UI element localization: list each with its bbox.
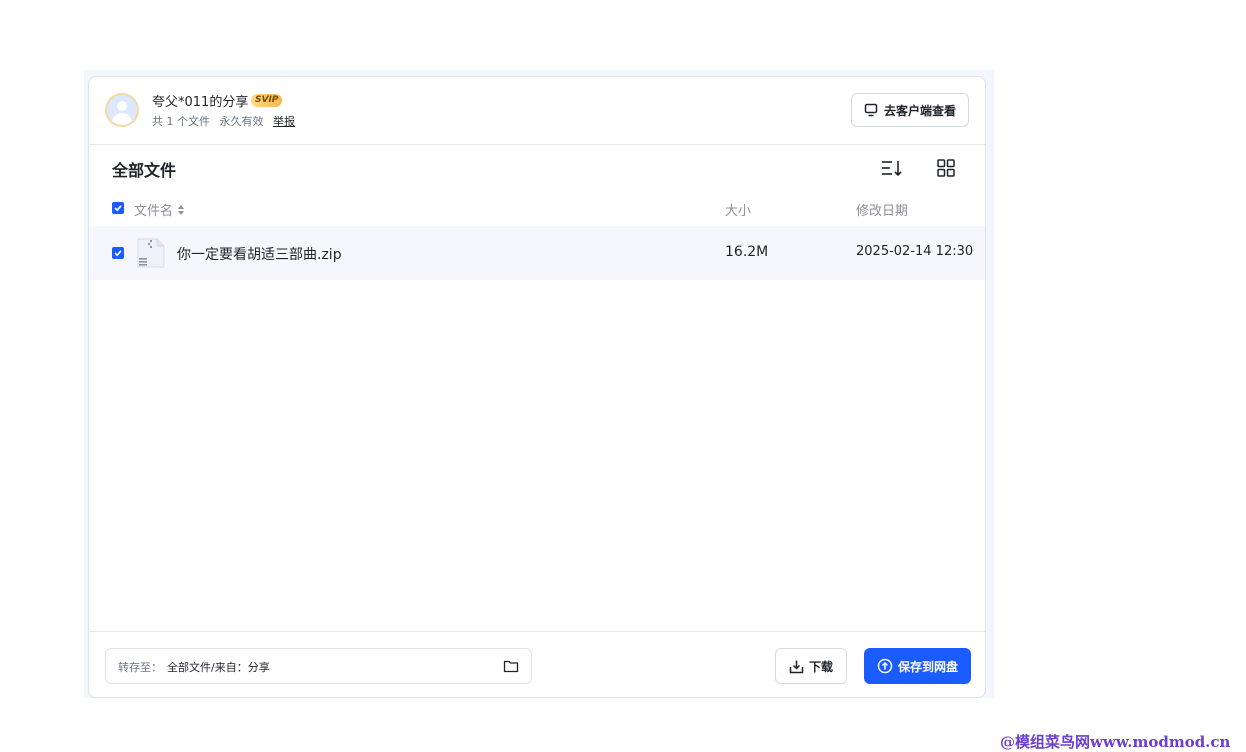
- file-modified-date: 2025-02-14 12:30: [856, 244, 974, 259]
- check-icon: [114, 205, 122, 212]
- share-footer: 转存至： 全部文件/来自：分享 下载 保存到网盘: [89, 631, 985, 698]
- file-count: 共 1 个文件: [152, 115, 210, 128]
- share-header: 夸父*011的分享 SVIP 共 1 个文件 永久有效 举报 去客户端查看: [89, 77, 985, 145]
- sort-toggle-icon: [178, 205, 185, 215]
- column-name-header[interactable]: 文件名: [134, 200, 185, 219]
- column-size-header: 大小: [725, 204, 752, 219]
- save-label: 保存到网盘: [897, 659, 958, 674]
- table-row[interactable]: 你一定要看胡适三部曲.zip 16.2M 2025-02-14 12:30: [89, 226, 985, 280]
- report-link[interactable]: 举报: [273, 115, 295, 128]
- save-to-label: 转存至：: [118, 661, 162, 674]
- column-name-label: 文件名: [134, 204, 174, 219]
- save-path-selector[interactable]: 转存至： 全部文件/来自：分享: [105, 648, 532, 684]
- download-icon: [789, 660, 804, 673]
- share-meta: 共 1 个文件 永久有效 举报: [152, 113, 301, 129]
- section-title: 全部文件: [112, 161, 177, 180]
- column-modified-header: 修改日期: [856, 204, 909, 219]
- validity: 永久有效: [219, 115, 264, 128]
- avatar[interactable]: [105, 93, 139, 127]
- select-all-checkbox[interactable]: [112, 202, 124, 214]
- file-name[interactable]: 你一定要看胡适三部曲.zip: [177, 244, 342, 264]
- save-to-path: 全部文件/来自：分享: [167, 661, 270, 674]
- open-client-label: 去客户端查看: [883, 103, 956, 118]
- save-to-netdisk-button[interactable]: 保存到网盘: [864, 648, 971, 684]
- zip-file-icon: [137, 238, 165, 268]
- open-client-button[interactable]: 去客户端查看: [851, 93, 969, 127]
- row-checkbox[interactable]: [112, 247, 124, 259]
- sort-icon[interactable]: [881, 159, 903, 177]
- monitor-icon: [864, 103, 878, 117]
- sharer-title: 夸父*011的分享: [152, 95, 249, 110]
- download-button[interactable]: 下载: [775, 648, 847, 684]
- folder-icon[interactable]: [503, 658, 519, 674]
- cloud-upload-icon: [877, 658, 893, 674]
- check-icon: [114, 250, 122, 257]
- grid-view-icon[interactable]: [937, 159, 955, 177]
- svip-badge: SVIP: [251, 94, 283, 107]
- share-card: 夸父*011的分享 SVIP 共 1 个文件 永久有效 举报 去客户端查看 全部…: [88, 76, 986, 698]
- file-size: 16.2M: [725, 244, 769, 260]
- download-label: 下载: [808, 659, 833, 674]
